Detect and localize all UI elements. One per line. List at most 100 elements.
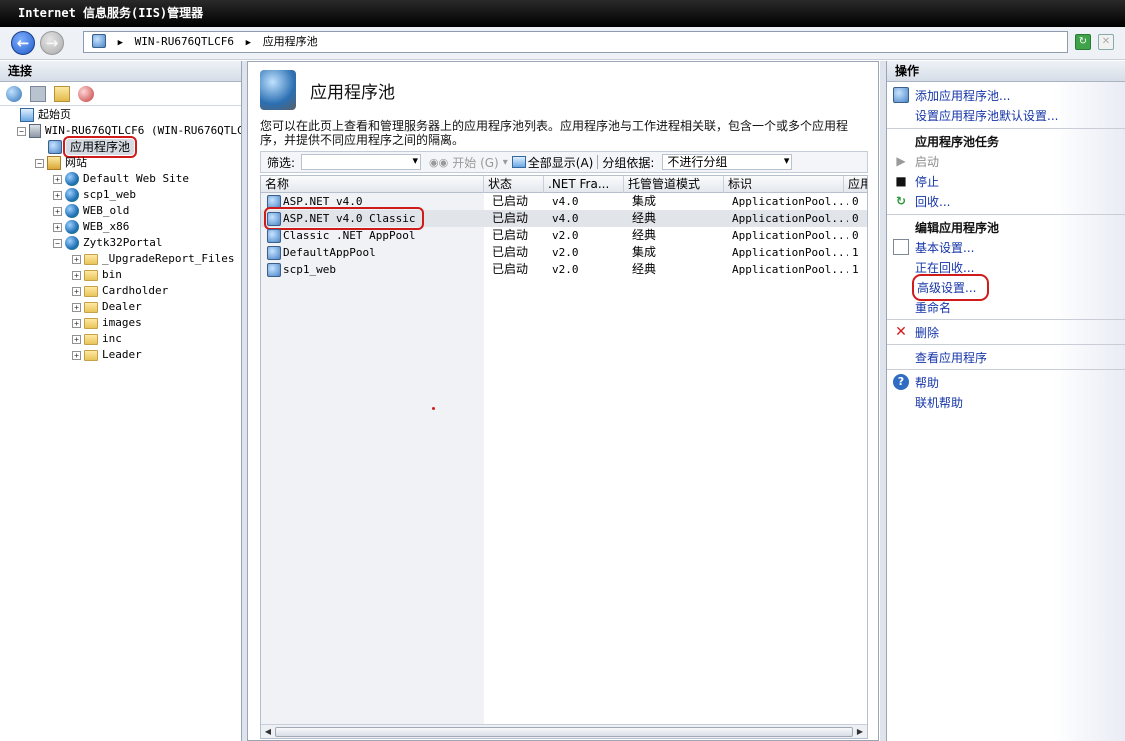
tree-node-site[interactable]: − Zytk32Portal [53,235,162,251]
page-description: 您可以在此页上查看和管理服务器上的应用程序池列表。应用程序池与工作进程相关联，包… [260,119,860,147]
start-filter-button[interactable]: 开始 (G) [448,154,502,171]
tree-node-sites[interactable]: − 网站 [35,155,87,171]
tree-node-folder[interactable]: + Dealer [72,299,142,315]
globe-icon [65,236,79,250]
tree-node-start-page[interactable]: 起始页 [20,107,71,123]
connect-icon[interactable] [6,85,22,102]
delete-action[interactable]: ✕ 删除 [893,323,939,341]
divider [887,319,1125,320]
advanced-settings-action[interactable]: 高级设置... [893,273,990,301]
table-row[interactable]: scp1_web 已启动 v2.0 经典 ApplicationPool... … [261,261,867,278]
help-icon: ? [893,374,909,390]
binoculars-icon: ◉◉ [429,155,449,169]
table-row-selected[interactable]: ASP.NET v4.0 Classic 已启动 v4.0 经典 Applica… [261,207,867,230]
globe-icon [65,220,79,234]
group-by-combo[interactable]: 不进行分组 [662,154,793,170]
column-header-status[interactable]: 状态 [484,176,544,193]
description-line: 您可以在此页上查看和管理服务器上的应用程序池列表。应用程序池与工作进程相关联，包… [260,119,849,133]
expand-icon[interactable]: + [72,286,81,296]
column-header-apps[interactable]: 应用 [844,176,867,193]
expand-icon[interactable]: + [72,254,81,264]
up-folder-icon[interactable] [54,85,70,102]
cell-net: v2.0 [552,263,579,276]
forward-button[interactable]: → [40,31,64,55]
expand-icon[interactable]: + [72,302,81,312]
expand-icon[interactable]: + [72,318,81,328]
horizontal-scrollbar[interactable]: ◀ ▶ [261,724,867,738]
tree-label: _UpgradeReport_Files [102,252,235,265]
tree-node-app-pools[interactable]: 应用程序池 [48,136,138,158]
breadcrumb-server[interactable]: WIN-RU676QTLCF6 [135,35,234,48]
breadcrumb-page[interactable]: 应用程序池 [263,35,318,48]
expand-icon[interactable]: + [53,190,62,200]
column-header-net[interactable]: .NET Fra... [544,176,624,193]
expand-icon[interactable]: + [53,206,62,216]
rename-action[interactable]: 重命名 [893,298,951,316]
basic-settings-action[interactable]: 基本设置... [893,238,974,256]
connections-tree: 起始页 − WIN-RU676QTLCF6 (WIN-RU676QTLCF6 应… [0,107,241,741]
start-action[interactable]: ▶ 启动 [893,152,939,170]
save-icon[interactable] [30,85,46,102]
expand-icon[interactable]: + [72,334,81,344]
expand-icon[interactable]: + [72,270,81,280]
tree-node-folder[interactable]: + _UpgradeReport_Files [72,251,234,267]
tree-node-site[interactable]: + Default Web Site [53,171,189,187]
stop-action[interactable]: ■ 停止 [893,172,939,190]
cell-identity: ApplicationPool... [732,263,848,276]
collapse-icon[interactable]: − [53,238,62,248]
action-label: 添加应用程序池... [915,88,1011,103]
connections-header: 连接 [0,61,241,82]
expand-icon[interactable]: + [72,350,81,360]
expand-icon[interactable]: + [53,174,62,184]
tree-node-folder[interactable]: + Leader [72,347,142,363]
refresh-icon[interactable]: ↻ [1075,34,1091,50]
app-pool-icon [267,262,281,277]
stop-icon[interactable]: ✕ [1098,34,1114,50]
tree-node-folder[interactable]: + images [72,315,142,331]
view-apps-action[interactable]: 查看应用程序 [893,348,987,366]
expand-icon[interactable]: + [53,222,62,232]
action-label: 重命名 [915,300,952,315]
filter-combo[interactable] [301,154,422,170]
tree-node-server[interactable]: − WIN-RU676QTLCF6 (WIN-RU676QTLCF6 [17,123,241,139]
tree-label: 网站 [65,156,87,169]
back-button[interactable]: ← [11,31,35,55]
disconnect-icon[interactable] [78,85,94,102]
recycling-action[interactable]: 正在回收... [893,258,974,276]
set-defaults-action[interactable]: 设置应用程序池默认设置... [893,106,1058,124]
collapse-icon[interactable]: − [17,126,26,136]
table-row[interactable]: DefaultAppPool 已启动 v2.0 集成 ApplicationPo… [261,244,867,261]
tree-label: WEB_x86 [83,220,130,233]
recycle-action[interactable]: ↻ 回收... [893,192,950,210]
online-help-action[interactable]: 联机帮助 [893,393,963,411]
scroll-right-icon[interactable]: ▶ [854,726,866,738]
tree-node-site[interactable]: + scp1_web [53,187,136,203]
cell-identity: ApplicationPool... [732,229,848,242]
collapse-icon[interactable]: − [35,158,44,168]
cell-name: ASP.NET v4.0 [263,193,484,210]
help-action[interactable]: ? 帮助 [893,373,939,391]
address-toolbar: ← → ▶ WIN-RU676QTLCF6 ▶ 应用程序池 ↻ ✕ [0,27,1125,60]
globe-icon [65,188,79,202]
tree-node-folder[interactable]: + bin [72,267,122,283]
column-header-identity[interactable]: 标识 [724,176,844,193]
settings-page-icon [893,239,909,255]
table-row[interactable]: ASP.NET v4.0 已启动 v4.0 集成 ApplicationPool… [261,193,867,210]
tree-node-site[interactable]: + WEB_old [53,203,129,219]
scroll-left-icon[interactable]: ◀ [262,726,274,738]
column-header-name[interactable]: 名称 [261,176,484,193]
scroll-thumb[interactable] [275,727,853,737]
address-bar[interactable]: ▶ WIN-RU676QTLCF6 ▶ 应用程序池 [83,31,1068,53]
add-app-pool-action[interactable]: 添加应用程序池... [893,86,1010,104]
tree-node-folder[interactable]: + inc [72,331,122,347]
show-all-button[interactable]: 全部显示(A) [526,154,598,171]
tree-node-folder[interactable]: + Cardholder [72,283,168,299]
chevron-down-icon[interactable]: ▾ [503,157,508,168]
tree-node-site[interactable]: + WEB_x86 [53,219,129,235]
folder-icon [84,349,98,361]
action-label: 帮助 [915,375,940,390]
column-header-mode[interactable]: 托管管道模式 [624,176,724,193]
cell-net: v2.0 [552,229,579,242]
table-row[interactable]: Classic .NET AppPool 已启动 v2.0 经典 Applica… [261,227,867,244]
tree-label: Default Web Site [83,172,189,185]
